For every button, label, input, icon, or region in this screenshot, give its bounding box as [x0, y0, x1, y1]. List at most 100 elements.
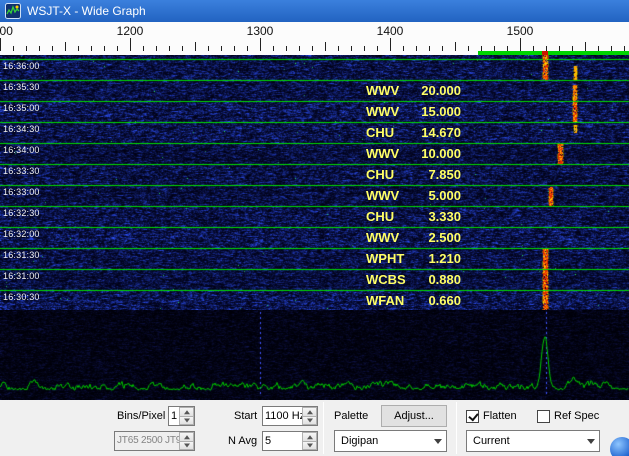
station-label: CHU3.330 [366, 209, 461, 224]
station-callsign: WFAN [366, 293, 404, 308]
spin-up-button[interactable] [179, 407, 194, 417]
spectrum-display[interactable] [0, 310, 629, 400]
spin-down-button[interactable] [179, 442, 194, 451]
station-label: WWV15.000 [366, 104, 461, 119]
scale-tick [325, 42, 326, 51]
scale-tick [208, 46, 209, 51]
scale-tick [143, 46, 144, 51]
waterfall-time-label: 16:30:30 [3, 292, 40, 302]
palette-label: Palette [334, 406, 368, 426]
scale-frequency-label: 1400 [377, 24, 404, 38]
spinner-arrows [302, 432, 317, 450]
station-callsign: CHU [366, 209, 394, 224]
scale-tick [78, 46, 79, 51]
spin-up-button[interactable] [179, 432, 194, 442]
station-frequency-mhz: 14.670 [421, 125, 461, 140]
station-frequency-mhz: 5.000 [428, 188, 461, 203]
scale-tick [546, 46, 547, 51]
scale-tick [572, 46, 573, 51]
spectrum-canvas[interactable] [0, 310, 629, 400]
waterfall-time-label: 16:31:00 [3, 271, 40, 281]
waterfall-time-label: 16:31:30 [3, 250, 40, 260]
scale-tick [442, 46, 443, 51]
title-bar[interactable]: WSJT-X - Wide Graph [0, 0, 629, 22]
checkbox-box[interactable] [466, 410, 479, 423]
station-callsign: WWV [366, 146, 399, 161]
scale-tick [117, 46, 118, 51]
flatten-checkbox[interactable]: Flatten [466, 406, 517, 426]
scale-tick [390, 38, 391, 51]
scale-frequency-label: 1300 [247, 24, 274, 38]
scale-tick [299, 46, 300, 51]
bins-per-pixel-value: 1 [169, 407, 179, 425]
waterfall-display[interactable]: 16:36:0016:35:30WWV20.00016:35:00WWV15.0… [0, 55, 629, 310]
waterfall-time-label: 16:32:00 [3, 229, 40, 239]
scale-tick [416, 46, 417, 51]
waterfall-time-label: 16:32:30 [3, 208, 40, 218]
bins-per-pixel-spinbox[interactable]: 1 [168, 406, 195, 426]
scale-tick [377, 46, 378, 51]
spin-up-button[interactable] [302, 432, 317, 442]
n-avg-value: 5 [263, 432, 302, 450]
spin-down-button[interactable] [302, 442, 317, 451]
station-callsign: WCBS [366, 272, 406, 287]
scale-tick [0, 38, 1, 51]
spectrum-type-dropdown[interactable]: Current [466, 430, 600, 452]
scale-tick [468, 46, 469, 51]
scale-tick [39, 46, 40, 51]
start-frequency-spinbox[interactable]: 1100 Hz [262, 406, 318, 426]
scale-tick [533, 46, 534, 51]
checkbox-box[interactable] [537, 410, 550, 423]
window-title: WSJT-X - Wide Graph [27, 4, 146, 18]
chevron-down-icon[interactable] [430, 431, 446, 451]
scale-tick [585, 42, 586, 51]
frequency-scale[interactable]: 11001200130014001500 [0, 22, 629, 55]
scale-tick [286, 46, 287, 51]
jt65-jt9-split-value: JT65 2500 JT9 [115, 432, 179, 450]
spin-down-button[interactable] [302, 417, 317, 426]
station-frequency-mhz: 15.000 [421, 104, 461, 119]
scale-tick [559, 46, 560, 51]
spin-down-button[interactable] [179, 417, 194, 426]
scale-tick [611, 46, 612, 51]
station-label: CHU7.850 [366, 167, 461, 182]
jt65-jt9-split-spinbox[interactable]: JT65 2500 JT9 [114, 431, 195, 451]
scale-tick [182, 46, 183, 51]
scale-tick [13, 46, 14, 51]
scale-tick [260, 38, 261, 51]
chevron-down-icon[interactable] [583, 431, 599, 451]
n-avg-spinbox[interactable]: 5 [262, 431, 318, 451]
ref-spec-checkbox[interactable]: Ref Spec [537, 406, 599, 426]
scale-tick [52, 46, 53, 51]
scale-tick [338, 46, 339, 51]
ref-spec-checkbox-label: Ref Spec [554, 410, 599, 422]
separator [456, 402, 457, 454]
station-label: CHU14.670 [366, 125, 461, 140]
scale-tick [104, 46, 105, 51]
station-frequency-mhz: 20.000 [421, 83, 461, 98]
palette-adjust-button[interactable]: Adjust... [381, 405, 447, 427]
spectrum-type-dropdown-value: Current [467, 435, 583, 447]
scale-tick [481, 46, 482, 51]
station-frequency-mhz: 2.500 [428, 230, 461, 245]
scale-tick [65, 42, 66, 51]
palette-dropdown[interactable]: Digipan [334, 430, 447, 452]
scale-tick [273, 46, 274, 51]
spin-up-button[interactable] [302, 407, 317, 417]
scale-tick [312, 46, 313, 51]
start-frequency-value: 1100 Hz [263, 407, 302, 425]
flatten-checkbox-label: Flatten [483, 410, 517, 422]
waterfall-time-label: 16:33:00 [3, 187, 40, 197]
waterfall-overlay: 16:36:0016:35:30WWV20.00016:35:00WWV15.0… [0, 55, 629, 310]
station-label: WWV10.000 [366, 146, 461, 161]
scale-tick [624, 46, 625, 51]
scale-tick [364, 46, 365, 51]
waterfall-time-label: 16:35:30 [3, 82, 40, 92]
scale-tick [130, 38, 131, 51]
station-callsign: WWV [366, 188, 399, 203]
station-frequency-mhz: 7.850 [428, 167, 461, 182]
scale-tick [403, 46, 404, 51]
control-panel: Bins/Pixel 1 Start 1100 Hz Palette Adjus… [0, 400, 629, 456]
scale-tick [598, 46, 599, 51]
corner-app-icon [610, 437, 629, 456]
